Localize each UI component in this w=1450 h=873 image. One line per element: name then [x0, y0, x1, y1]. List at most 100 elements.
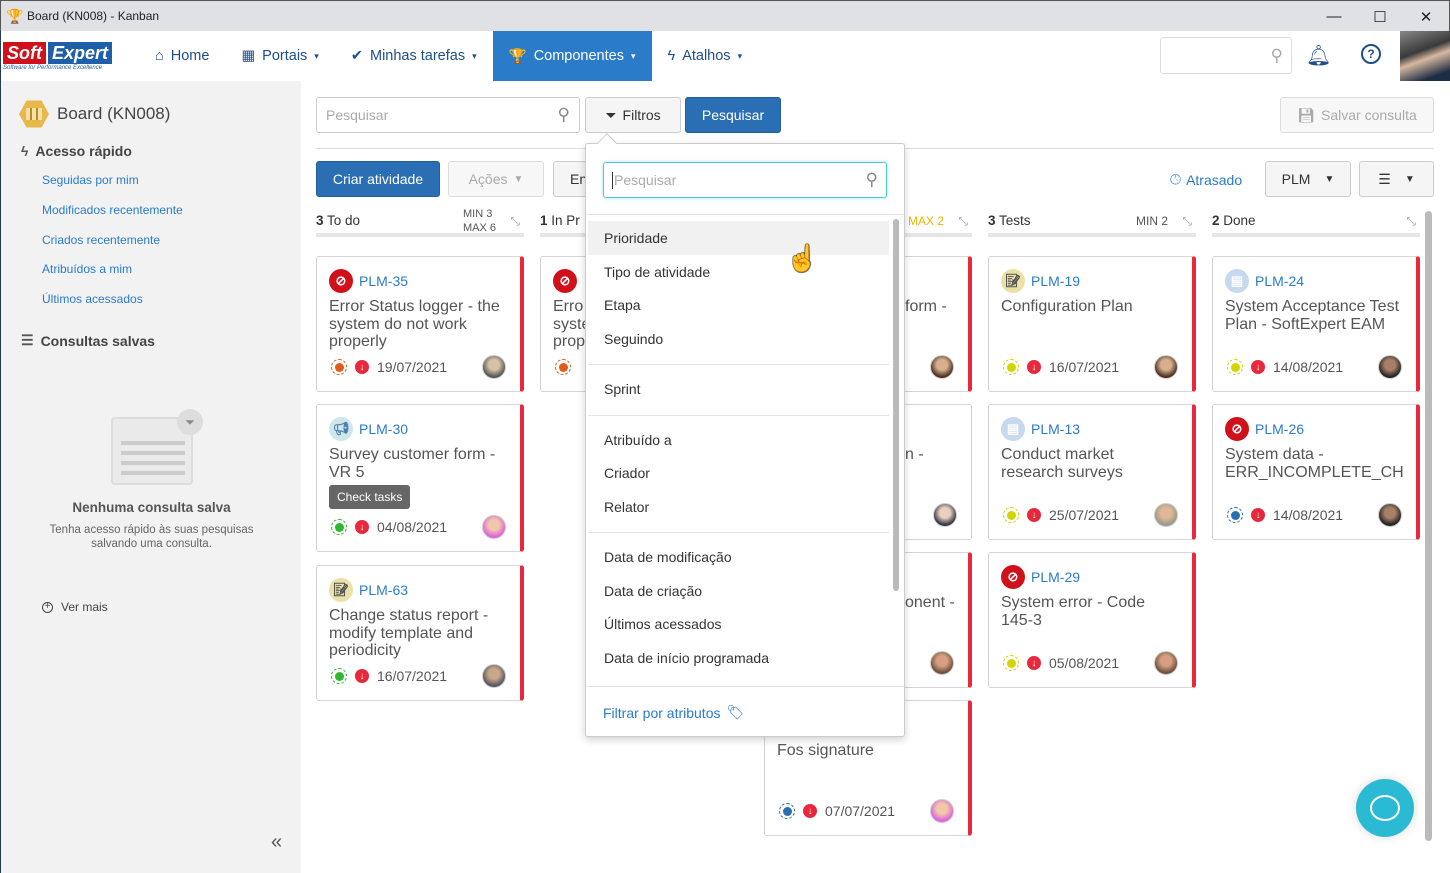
card-code[interactable]: PLM-13: [1031, 421, 1080, 437]
filter-list-scrollbar[interactable]: [893, 219, 899, 591]
tag-icon: 🏷︎: [726, 704, 745, 720]
assignee-avatar[interactable]: [930, 355, 954, 379]
nav-minhas-tarefas-label: Minhas tarefas: [369, 48, 466, 64]
user-avatar[interactable]: [1400, 31, 1450, 81]
kanban-card[interactable]: ▤ PLM-24 System Acceptance Test Plan - So…: [1212, 256, 1420, 392]
filter-option-data-de-criacao[interactable]: Data de criação: [588, 574, 889, 608]
board-search-input[interactable]: Pesquisar ⚲: [316, 97, 580, 133]
card-title: Conduct market research surveys: [1001, 446, 1123, 481]
card-code[interactable]: PLM-26: [1255, 421, 1304, 437]
filter-option-atribuido-a[interactable]: Atribuído a: [588, 423, 889, 457]
create-activity-button[interactable]: Criar atividade: [316, 161, 440, 197]
collapse-column-icon[interactable]: ⤡: [510, 214, 520, 229]
link-ultimos-acessados[interactable]: Últimos acessados: [42, 292, 143, 306]
link-criados-recentemente[interactable]: Criados recentemente: [42, 233, 160, 247]
maximize-button[interactable]: ☐: [1357, 1, 1403, 32]
lightning-icon: ϟ: [21, 143, 29, 159]
card-date: 16/07/2021: [377, 668, 448, 684]
minimize-button[interactable]: —: [1311, 1, 1357, 32]
save-query-button[interactable]: 💾︎ Salvar consulta: [1280, 97, 1434, 133]
card-date: 25/07/2021: [1049, 507, 1120, 523]
assignee-avatar[interactable]: [482, 355, 506, 379]
card-code[interactable]: PLM-30: [359, 421, 408, 437]
kanban-card[interactable]: ⊘ PLM-29 System error - Code 145-3 ↓ 05/08…: [988, 552, 1196, 688]
column-count: 2: [1212, 213, 1220, 228]
kanban-card[interactable]: ⊘ PLM-26 System data - ERR_INCOMPLETE_CH …: [1212, 404, 1420, 540]
late-filter-link[interactable]: 🕓︎ Atrasado: [1170, 171, 1242, 188]
priority-low-icon: ↓: [1251, 508, 1265, 522]
wip-max: MAX 2: [907, 214, 944, 228]
column-name: In Pr: [551, 213, 580, 228]
filter-option-relator[interactable]: Relator: [588, 490, 889, 524]
filter-option-sprint[interactable]: Sprint: [588, 372, 889, 406]
card-date: 14/08/2021: [1273, 507, 1344, 523]
filter-option-ultimos-acessados[interactable]: Últimos acessados: [588, 607, 889, 641]
blocked-icon: ⊘: [1225, 417, 1249, 441]
filter-option-data-de-inicio-programada[interactable]: Data de início programada: [588, 641, 889, 675]
card-code[interactable]: PLM-35: [359, 273, 408, 289]
filters-button[interactable]: ⏷ Filtros: [585, 97, 681, 133]
collapse-sidebar-icon[interactable]: «: [271, 831, 282, 854]
link-seguidas-por-mim[interactable]: Seguidas por mim: [42, 173, 139, 187]
assignee-avatar[interactable]: [930, 651, 954, 675]
softexpert-logo[interactable]: Soft Expert Software for Performance Exce…: [1, 31, 131, 81]
assignee-avatar[interactable]: [1154, 503, 1178, 527]
nav-componentes[interactable]: 🏆 Componentes ▾: [492, 31, 652, 81]
column-header-tests: 3 Tests MIN 2 ⤡: [988, 213, 1196, 237]
priority-low-icon: ↓: [1027, 656, 1041, 670]
project-select[interactable]: PLM ▼: [1265, 161, 1351, 197]
search-button[interactable]: Pesquisar: [685, 97, 781, 133]
nav-home[interactable]: ⌂ Home: [139, 31, 225, 81]
priority-low-icon: ↓: [803, 804, 817, 818]
see-more-link[interactable]: + Ver mais: [42, 600, 108, 614]
help-icon[interactable]: ?: [1361, 44, 1381, 64]
card-date: 04/08/2021: [377, 519, 448, 535]
view-options-button[interactable]: ☰ ▼: [1359, 161, 1434, 197]
link-atribuidos-a-mim[interactable]: Atribuídos a mim: [42, 262, 132, 276]
assignee-avatar[interactable]: [1154, 355, 1178, 379]
assignee-avatar[interactable]: [933, 503, 957, 527]
kanban-card[interactable]: ⊘ PLM-35 Error Status logger - the system…: [316, 256, 524, 392]
chat-button[interactable]: [1356, 779, 1414, 837]
card-code[interactable]: PLM-24: [1255, 273, 1304, 289]
kanban-card[interactable]: ▤ PLM-13 Conduct market research surveys …: [988, 404, 1196, 540]
filter-option-criador[interactable]: Criador: [588, 456, 889, 490]
close-button[interactable]: ✕: [1403, 1, 1449, 32]
card-code[interactable]: PLM-29: [1031, 569, 1080, 585]
filter-option-tipo-de-atividade[interactable]: Tipo de atividade: [588, 255, 889, 289]
save-query-label: Salvar consulta: [1321, 107, 1417, 123]
column-name: Done: [1223, 213, 1256, 228]
nav-atalhos[interactable]: ϟ Atalhos ▾: [652, 31, 759, 81]
nav-minhas-tarefas[interactable]: ✔ Minhas tarefas ▾: [335, 31, 493, 81]
nav-portais[interactable]: ▦ Portais ▾: [225, 31, 334, 81]
filter-option-etapa[interactable]: Etapa: [588, 288, 889, 322]
assignee-avatar[interactable]: [1378, 503, 1402, 527]
assignee-avatar[interactable]: [482, 515, 506, 539]
collapse-column-icon[interactable]: ⤡: [958, 214, 968, 229]
filter-search-input[interactable]: Pesquisar ⚲: [603, 162, 887, 198]
card-title: Survey customer form - VR 5: [329, 446, 496, 481]
card-code[interactable]: PLM-19: [1031, 273, 1080, 289]
assignee-avatar[interactable]: [930, 799, 954, 823]
filter-option-seguindo[interactable]: Seguindo: [588, 322, 889, 356]
kanban-card[interactable]: 📢︎ PLM-30 Survey customer form - VR 5 Che…: [316, 404, 524, 552]
bell-icon[interactable]: 🔔︎: [1306, 43, 1331, 68]
kanban-card[interactable]: 📝︎ PLM-63 Change status report - modify t…: [316, 565, 524, 701]
assignee-avatar[interactable]: [1154, 651, 1178, 675]
assignee-avatar[interactable]: [482, 664, 506, 688]
collapse-column-icon[interactable]: ⤡: [1406, 214, 1416, 229]
card-code[interactable]: PLM-63: [359, 582, 408, 598]
collapse-column-icon[interactable]: ⤡: [1182, 214, 1192, 229]
kanban-card[interactable]: 📝︎ PLM-19 Configuration Plan ↓ 16/07/2021: [988, 256, 1196, 392]
filter-option-data-de-modificacao[interactable]: Data de modificação: [588, 540, 889, 574]
actions-button[interactable]: Ações ▼: [448, 161, 544, 197]
column-name: To do: [327, 213, 361, 228]
card-title: onent -: [905, 594, 955, 611]
assignee-avatar[interactable]: [1378, 355, 1402, 379]
filter-by-attributes-link[interactable]: Filtrar por atributos 🏷︎: [603, 704, 744, 721]
link-modificados-recentemente[interactable]: Modificados recentemente: [42, 203, 183, 217]
global-search-input[interactable]: ⚲: [1160, 37, 1292, 74]
board-scrollbar[interactable]: [1425, 211, 1432, 841]
wip-min: MIN 3: [462, 208, 493, 220]
filter-option-prioridade[interactable]: Prioridade: [588, 221, 889, 255]
